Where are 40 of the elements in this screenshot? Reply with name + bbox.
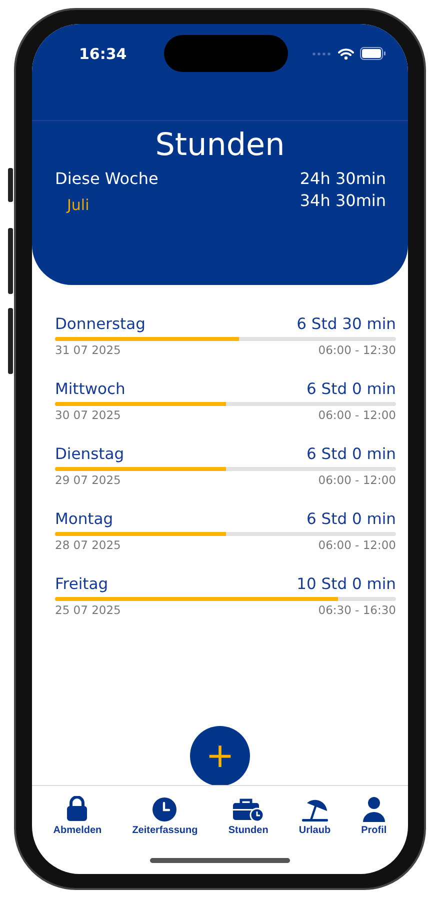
lock-icon — [66, 796, 88, 822]
time-range: 06:00 - 12:00 — [318, 408, 396, 422]
tab-item[interactable]: Abmelden — [53, 792, 102, 836]
date: 31 07 2025 — [55, 343, 121, 357]
duration: 10 Std 0 min — [296, 575, 396, 593]
time-range: 06:00 - 12:00 — [318, 473, 396, 487]
tab-item[interactable]: Zeiterfassung — [132, 792, 198, 836]
time-range: 06:30 - 16:30 — [318, 603, 396, 617]
time-range: 06:00 - 12:30 — [318, 343, 396, 357]
tab-item[interactable]: Urlaub — [298, 792, 331, 836]
day-name: Freitag — [55, 575, 108, 593]
summary-value: 24h 30min — [300, 169, 386, 188]
duration: 6 Std 0 min — [306, 380, 396, 398]
add-button[interactable]: + — [190, 726, 250, 786]
date: 29 07 2025 — [55, 473, 121, 487]
briefcase-clock-icon — [232, 798, 264, 822]
day-name: Dienstag — [55, 445, 124, 463]
summary-value: 34h 30min — [300, 191, 386, 212]
summary-label: Juli — [65, 195, 90, 214]
tab-item[interactable]: Stunden — [228, 792, 268, 836]
date: 25 07 2025 — [55, 603, 121, 617]
tab-item[interactable]: Profil — [361, 792, 387, 836]
summary-label: Diese Woche — [55, 169, 158, 188]
day-name: Donnerstag — [55, 315, 146, 333]
battery-icon — [360, 47, 386, 60]
time-range: 06:00 - 12:00 — [318, 538, 396, 552]
page-title: Stunden — [154, 127, 286, 163]
clock-icon — [152, 797, 178, 822]
duration: 6 Std 0 min — [306, 445, 396, 463]
date: 28 07 2025 — [55, 538, 121, 552]
day-name: Montag — [55, 510, 114, 528]
person-icon — [362, 797, 385, 822]
duration: 6 Std 30 min — [296, 315, 396, 333]
day-name: Mittwoch — [55, 380, 126, 398]
duration: 6 Std 0 min — [306, 510, 396, 528]
signal-icon — [312, 52, 332, 56]
date: 30 07 2025 — [55, 408, 121, 422]
umbrella-icon — [300, 797, 329, 822]
status-time: 16:34 — [79, 44, 127, 62]
wifi-icon — [338, 48, 354, 60]
